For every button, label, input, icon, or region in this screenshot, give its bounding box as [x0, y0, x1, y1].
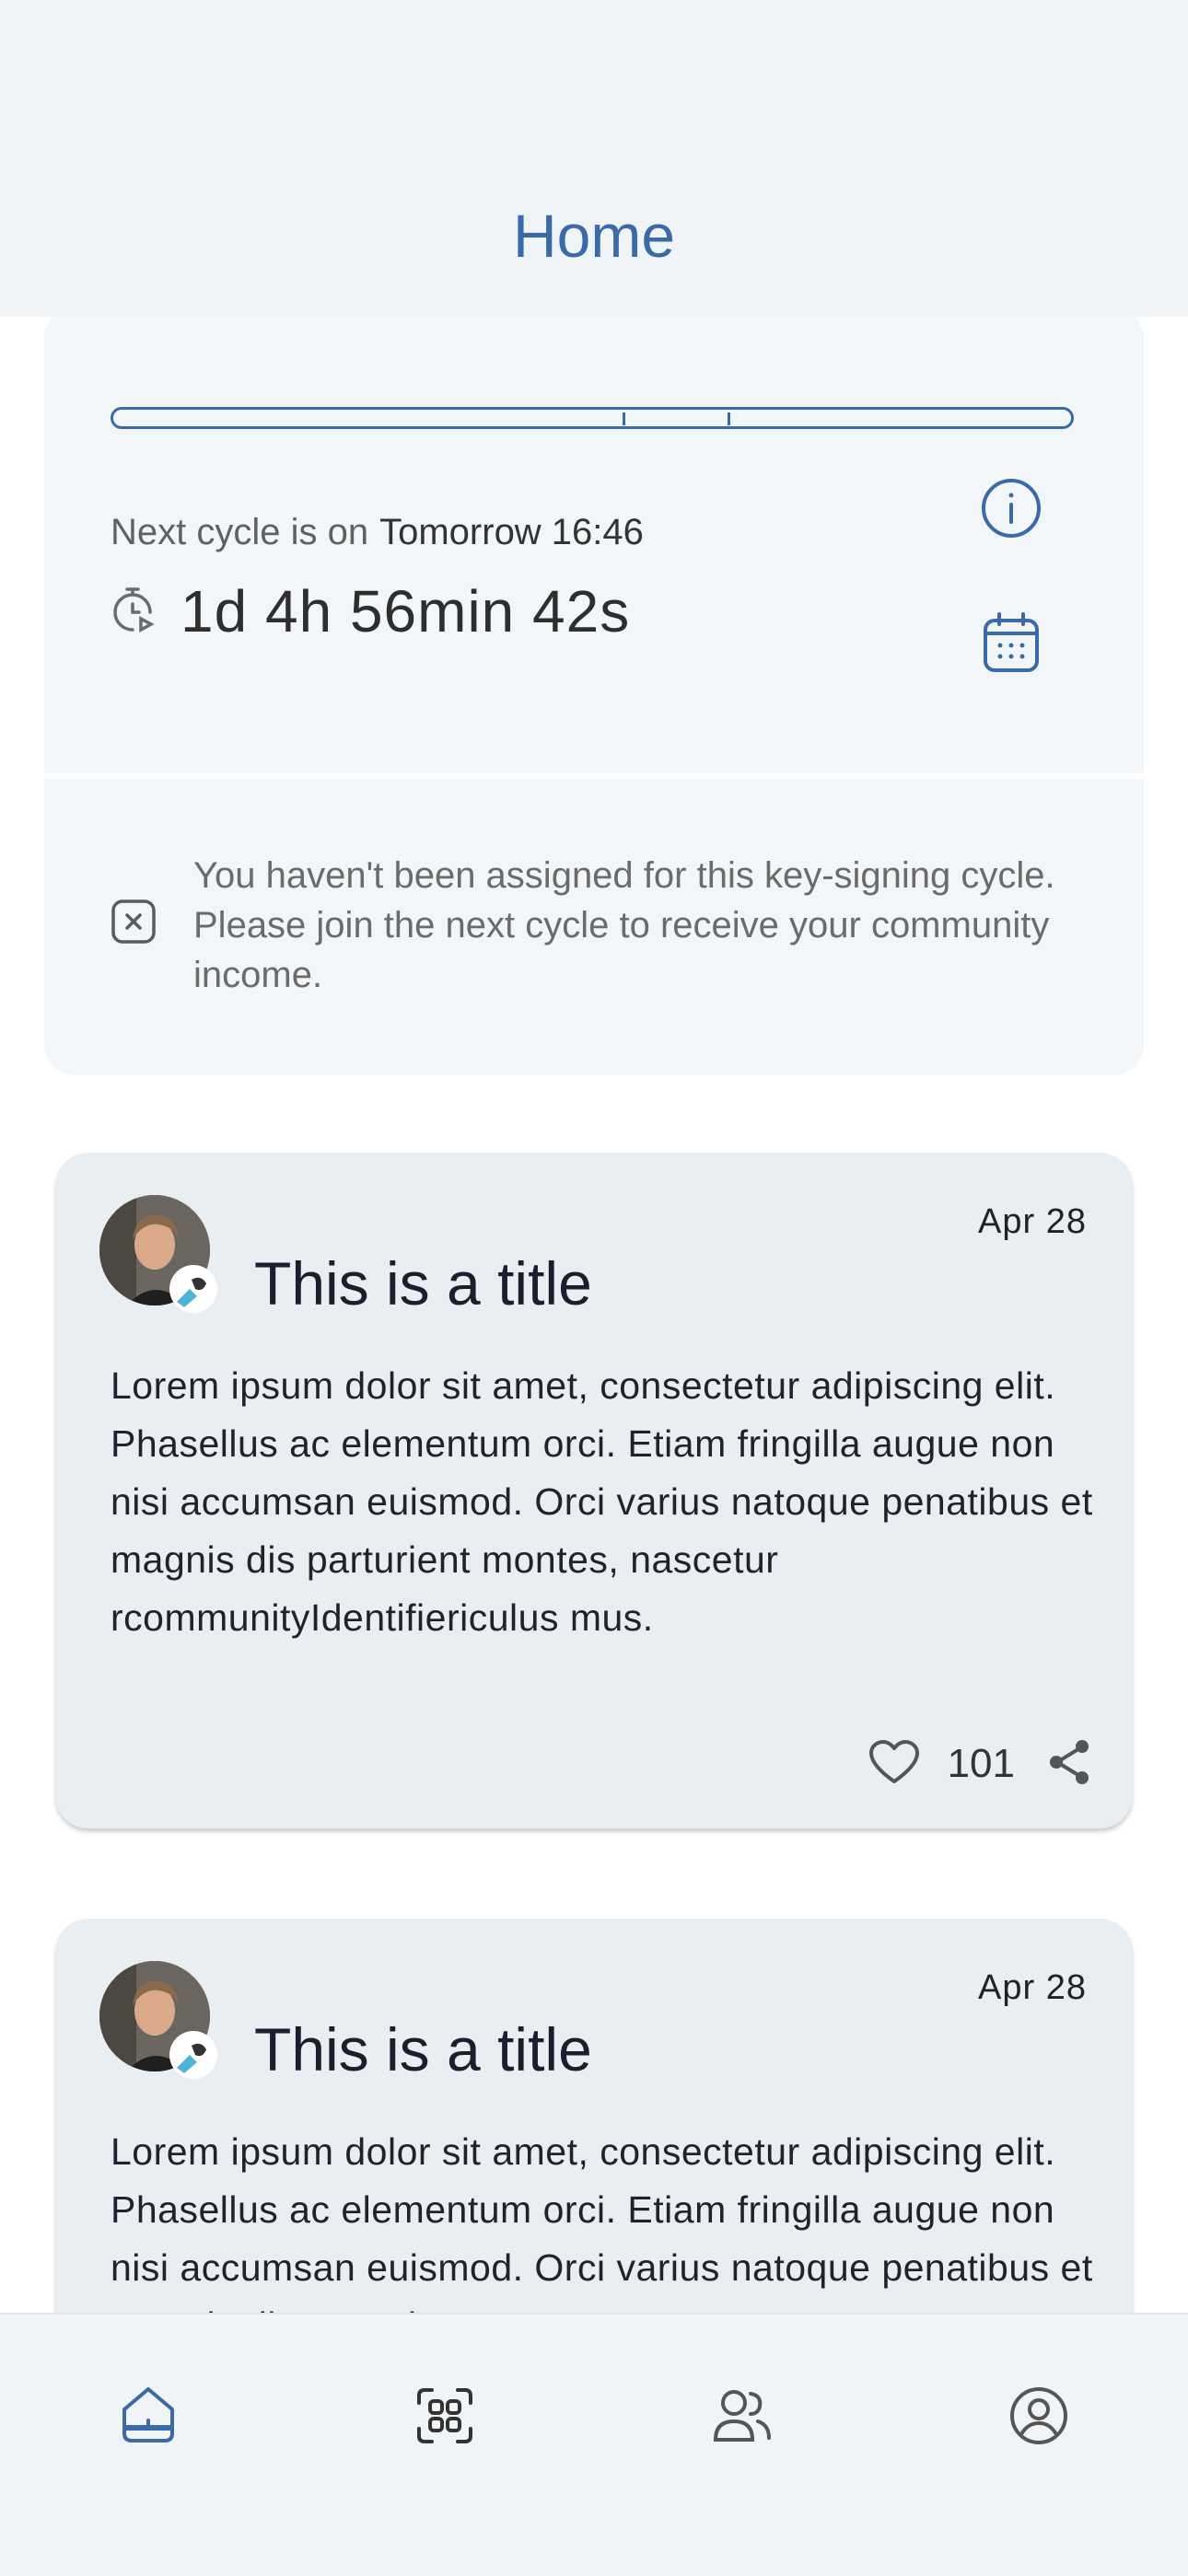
contacts-icon [712, 2386, 773, 2450]
share-button[interactable] [1046, 1738, 1092, 1791]
assignment-notice: You haven't been assigned for this key-s… [44, 779, 1144, 1075]
next-cycle-text: Next cycle is on Tomorrow 16:46 [111, 512, 644, 553]
close-square-icon [111, 899, 157, 949]
cycle-info-section: Next cycle is on Tomorrow 16:46 1d 4h 56m… [44, 317, 1144, 773]
info-button[interactable] [974, 473, 1048, 547]
post-actions: 101 [868, 1736, 1092, 1792]
cycle-card: Next cycle is on Tomorrow 16:46 1d 4h 56m… [44, 317, 1144, 1075]
calendar-button[interactable] [974, 608, 1048, 681]
post-body: Lorem ipsum dolor sit amet, consectetur … [111, 2130, 1093, 2313]
progress-tick [728, 412, 730, 425]
post-card[interactable]: This is a title Apr 28 Lorem ipsum dolor… [55, 1153, 1133, 1828]
next-cycle-label: Next cycle is on [111, 512, 369, 552]
qr-scan-icon [415, 2386, 474, 2450]
nav-profile[interactable] [984, 2362, 1094, 2473]
community-badge-icon [169, 1265, 217, 1313]
post-title: This is a title [254, 1249, 592, 1317]
community-badge-icon [169, 2031, 217, 2079]
home-feed[interactable]: Next cycle is on Tomorrow 16:46 1d 4h 56m… [0, 317, 1188, 2313]
progress-tick [623, 412, 625, 425]
app-header: Home [0, 0, 1188, 317]
timer-icon [111, 586, 155, 638]
page-title: Home [512, 202, 676, 270]
notice-text: You haven't been assigned for this key-s… [193, 855, 1055, 995]
like-count: 101 [947, 1741, 1015, 1786]
post-date: Apr 28 [978, 1202, 1087, 1241]
like-button[interactable] [868, 1739, 920, 1790]
post-date: Apr 28 [978, 1968, 1087, 2007]
post-title: This is a title [254, 2015, 592, 2083]
home-icon [119, 2385, 178, 2451]
profile-icon [1009, 2386, 1068, 2450]
nav-home[interactable] [93, 2362, 204, 2473]
post-card[interactable]: This is a title Apr 28 Lorem ipsum dolor… [55, 1919, 1133, 2313]
cycle-progress-bar [111, 407, 1074, 429]
countdown-row: 1d 4h 56min 42s [111, 574, 630, 648]
calendar-icon [983, 611, 1040, 679]
nav-contacts[interactable] [687, 2362, 798, 2473]
next-cycle-time: Tomorrow 16:46 [379, 512, 644, 552]
post-body: Lorem ipsum dolor sit amet, consectetur … [111, 1364, 1093, 1639]
nav-active-indicator [123, 2425, 173, 2431]
bottom-nav [0, 2313, 1188, 2576]
info-icon [981, 478, 1042, 543]
countdown-timer: 1d 4h 56min 42s [181, 578, 631, 644]
nav-scan[interactable] [390, 2362, 500, 2473]
